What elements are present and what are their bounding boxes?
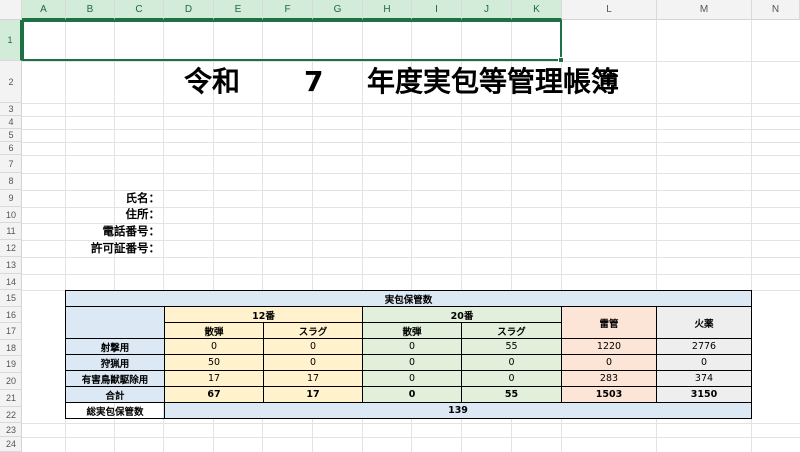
cell-shot-20[interactable]: 0 bbox=[362, 354, 462, 371]
row-header-17[interactable]: 17 bbox=[0, 323, 22, 340]
shot-12-header: 散弾 bbox=[164, 322, 264, 339]
cell-shot-20[interactable]: 0 bbox=[362, 338, 462, 355]
title-prefix: 令和 bbox=[184, 65, 241, 98]
column-header-l[interactable]: L bbox=[562, 0, 657, 20]
row-header-13[interactable]: 13 bbox=[0, 257, 22, 274]
table-row-total: 合計 67 17 0 55 1503 3150 bbox=[65, 386, 752, 403]
column-header-k[interactable]: K bbox=[512, 0, 562, 20]
row-label: 狩猟用 bbox=[65, 354, 165, 371]
row-header-2[interactable]: 2 bbox=[0, 61, 22, 103]
shot-20-header: 散弾 bbox=[362, 322, 462, 339]
column-header-h[interactable]: H bbox=[363, 0, 412, 20]
column-header-j[interactable]: J bbox=[462, 0, 512, 20]
label-permit: 許可証番号： bbox=[91, 241, 160, 255]
cell-slug-12[interactable]: 17 bbox=[263, 370, 363, 387]
grand-total-label: 総実包保管数 bbox=[65, 402, 165, 419]
row-header-21[interactable]: 21 bbox=[0, 390, 22, 407]
row-label-header-cell bbox=[65, 306, 165, 339]
cell-detonator[interactable]: 283 bbox=[561, 370, 657, 387]
cell-powder[interactable]: 3150 bbox=[656, 386, 752, 403]
row-header-15[interactable]: 15 bbox=[0, 290, 22, 307]
cell-slug-20[interactable]: 0 bbox=[461, 370, 562, 387]
row-header-6[interactable]: 6 bbox=[0, 142, 22, 155]
slug-12-header: スラグ bbox=[263, 322, 363, 339]
table-header: 実包保管数 bbox=[65, 290, 752, 307]
row-header-9[interactable]: 9 bbox=[0, 190, 22, 207]
table-row: 狩猟用 50 0 0 0 0 0 bbox=[65, 354, 752, 371]
row-header-16[interactable]: 16 bbox=[0, 307, 22, 323]
row-header-12[interactable]: 12 bbox=[0, 240, 22, 257]
label-phone: 電話番号： bbox=[102, 224, 161, 238]
title-suffix: 年度実包等管理帳簿 bbox=[367, 65, 620, 98]
cell-shot-20[interactable]: 0 bbox=[362, 386, 462, 403]
grand-total-value[interactable]: 139 bbox=[164, 402, 752, 419]
cell-shot-12[interactable]: 50 bbox=[164, 354, 264, 371]
cell-slug-12[interactable]: 0 bbox=[263, 338, 363, 355]
row-header-11[interactable]: 11 bbox=[0, 223, 22, 240]
column-header-e[interactable]: E bbox=[214, 0, 263, 20]
cell-powder[interactable]: 0 bbox=[656, 354, 752, 371]
cell-powder[interactable]: 2776 bbox=[656, 338, 752, 355]
table-row: 射撃用 0 0 0 55 1220 2776 bbox=[65, 338, 752, 355]
title-year: 7 bbox=[304, 65, 324, 98]
column-header-b[interactable]: B bbox=[66, 0, 115, 20]
column-header-bar: A B C D E F G H I J K L M N bbox=[0, 0, 800, 20]
row-label: 合計 bbox=[65, 386, 165, 403]
row-label: 有害鳥獣駆除用 bbox=[65, 370, 165, 387]
row-header-7[interactable]: 7 bbox=[0, 155, 22, 173]
cell-detonator[interactable]: 0 bbox=[561, 354, 657, 371]
table-row: 有害鳥獣駆除用 17 17 0 0 283 374 bbox=[65, 370, 752, 387]
group-12-header: 12番 bbox=[164, 306, 363, 323]
cell-powder[interactable]: 374 bbox=[656, 370, 752, 387]
row-label: 射撃用 bbox=[65, 338, 165, 355]
row-header-8[interactable]: 8 bbox=[0, 173, 22, 190]
column-header-f[interactable]: F bbox=[263, 0, 313, 20]
column-header-c[interactable]: C bbox=[115, 0, 164, 20]
powder-header: 火薬 bbox=[656, 306, 752, 339]
row-header-4[interactable]: 4 bbox=[0, 116, 22, 129]
label-address: 住所： bbox=[125, 207, 161, 221]
row-header-bar: 1 2 3 4 5 6 7 8 9 10 11 12 13 14 15 16 1… bbox=[0, 20, 22, 452]
slug-20-header: スラグ bbox=[461, 322, 562, 339]
cell-shot-12[interactable]: 0 bbox=[164, 338, 264, 355]
row-header-1[interactable]: 1 bbox=[0, 20, 22, 61]
storage-table: 実包保管数 12番 20番 雷管 火薬 散弾 スラグ 散弾 スラグ 射撃用 0 … bbox=[65, 290, 752, 419]
row-header-10[interactable]: 10 bbox=[0, 207, 22, 223]
row-header-22[interactable]: 22 bbox=[0, 407, 22, 423]
column-header-n[interactable]: N bbox=[752, 0, 800, 20]
row-header-14[interactable]: 14 bbox=[0, 274, 22, 290]
detonator-header: 雷管 bbox=[561, 306, 657, 339]
row-header-3[interactable]: 3 bbox=[0, 103, 22, 116]
column-header-g[interactable]: G bbox=[313, 0, 363, 20]
cell-shot-20[interactable]: 0 bbox=[362, 370, 462, 387]
column-header-m[interactable]: M bbox=[657, 0, 752, 20]
column-header-i[interactable]: I bbox=[412, 0, 462, 20]
cell-detonator[interactable]: 1503 bbox=[561, 386, 657, 403]
row-header-24[interactable]: 24 bbox=[0, 437, 22, 452]
row-header-23[interactable]: 23 bbox=[0, 423, 22, 437]
table-row-grand-total: 総実包保管数 139 bbox=[65, 402, 752, 419]
cell-slug-12[interactable]: 17 bbox=[263, 386, 363, 403]
column-header-a[interactable]: A bbox=[22, 0, 66, 20]
cell-shot-12[interactable]: 17 bbox=[164, 370, 264, 387]
label-name: 氏名： bbox=[125, 191, 161, 205]
group-20-header: 20番 bbox=[362, 306, 562, 323]
cell-slug-20[interactable]: 55 bbox=[461, 338, 562, 355]
row-header-20[interactable]: 20 bbox=[0, 373, 22, 390]
column-header-d[interactable]: D bbox=[164, 0, 214, 20]
row-header-5[interactable]: 5 bbox=[0, 129, 22, 142]
row-header-19[interactable]: 19 bbox=[0, 356, 22, 373]
select-all-corner[interactable] bbox=[0, 0, 22, 20]
cell-slug-20[interactable]: 55 bbox=[461, 386, 562, 403]
row-header-18[interactable]: 18 bbox=[0, 340, 22, 356]
cell-shot-12[interactable]: 67 bbox=[164, 386, 264, 403]
selected-range-a1-k1[interactable] bbox=[22, 20, 562, 61]
cell-slug-12[interactable]: 0 bbox=[263, 354, 363, 371]
cell-detonator[interactable]: 1220 bbox=[561, 338, 657, 355]
cell-slug-20[interactable]: 0 bbox=[461, 354, 562, 371]
